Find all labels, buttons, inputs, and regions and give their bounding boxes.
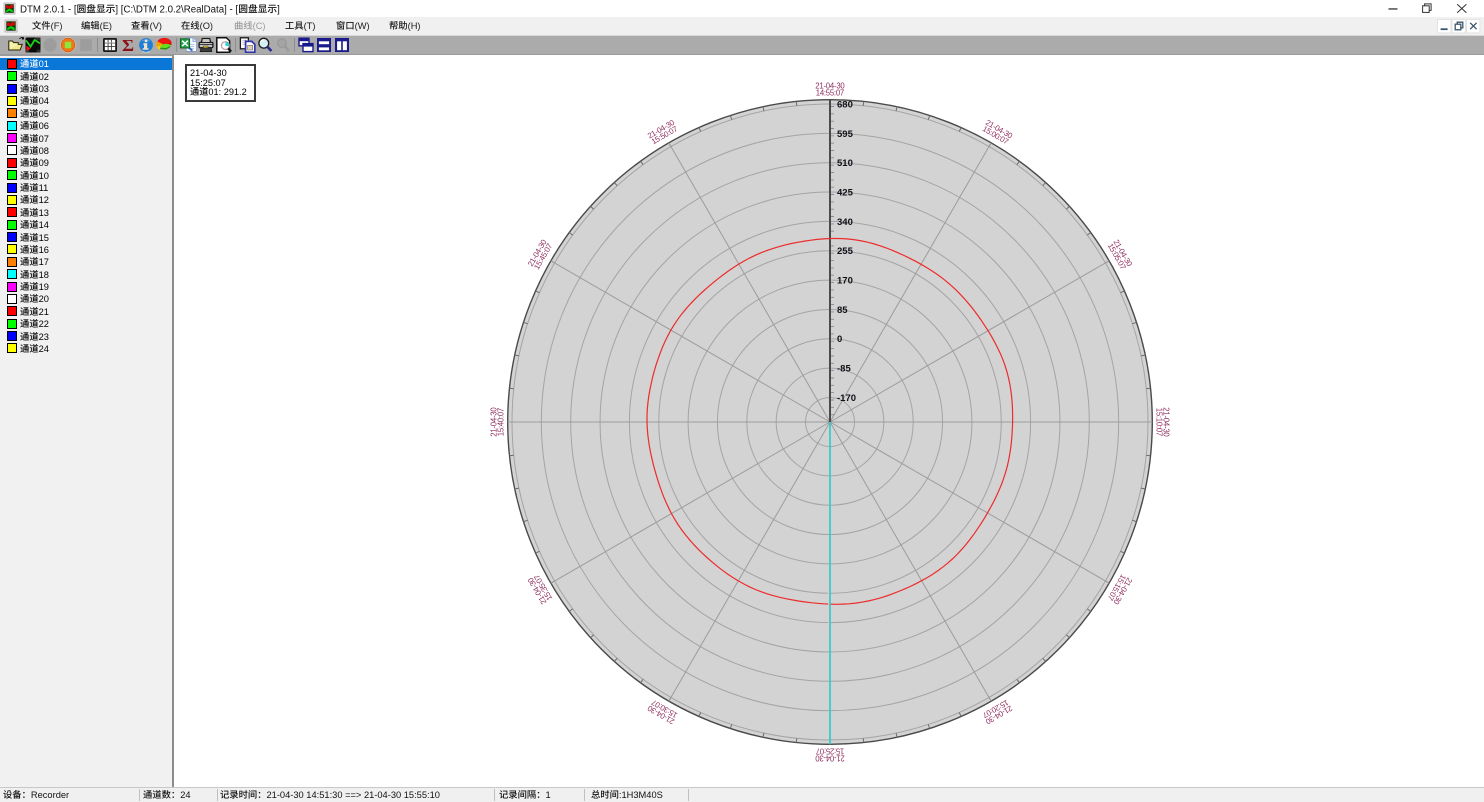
svg-text:11: 11 <box>38 183 48 193</box>
svg-text:85: 85 <box>837 305 848 316</box>
svg-text:(W): (W) <box>354 21 369 31</box>
svg-text:06: 06 <box>38 121 48 131</box>
svg-text:1: 1 <box>546 790 551 800</box>
svg-text:14: 14 <box>38 220 48 230</box>
svg-text:0: 0 <box>837 334 842 345</box>
svg-text:]: ] <box>277 4 280 15</box>
svg-text:13: 13 <box>38 208 48 218</box>
svg-text:01: 01 <box>38 59 48 69</box>
svg-text:09: 09 <box>38 158 48 168</box>
svg-text:02: 02 <box>38 72 48 82</box>
svg-text:15:40:07: 15:40:07 <box>496 408 505 437</box>
svg-text:18: 18 <box>38 270 48 280</box>
svg-text:15:25:07: 15:25:07 <box>816 747 845 756</box>
svg-text:340: 340 <box>837 217 853 228</box>
svg-text:17: 17 <box>38 257 48 267</box>
svg-text:(V): (V) <box>150 21 162 31</box>
svg-text:22: 22 <box>38 319 48 329</box>
svg-text:10: 10 <box>38 171 48 181</box>
svg-text:] [C:\DTM 2.0.2\RealData] - [: ] [C:\DTM 2.0.2\RealData] - [ <box>115 4 238 15</box>
svg-text:24: 24 <box>38 344 48 354</box>
svg-text:(O): (O) <box>200 21 213 31</box>
svg-text:16: 16 <box>38 245 48 255</box>
svg-text:12: 12 <box>38 195 48 205</box>
svg-text:-170: -170 <box>837 393 856 404</box>
svg-text:05: 05 <box>38 109 48 119</box>
svg-text:01: 291.2: 01: 291.2 <box>208 87 246 97</box>
svg-text:08: 08 <box>38 146 48 156</box>
svg-text:425: 425 <box>837 188 854 199</box>
svg-text:15: 15 <box>38 232 48 242</box>
svg-text:15:10:07: 15:10:07 <box>1155 408 1164 437</box>
svg-text:Recorder: Recorder <box>31 790 69 800</box>
svg-text:-85: -85 <box>837 364 851 375</box>
svg-text:23: 23 <box>38 331 48 341</box>
svg-text:24: 24 <box>180 790 190 800</box>
svg-text:07: 07 <box>38 133 48 143</box>
svg-text::1H3M40S: :1H3M40S <box>619 790 663 800</box>
svg-text:(E): (E) <box>99 21 111 31</box>
svg-text:21-04-30 14:51:30 ==> 21-04-30: 21-04-30 14:51:30 ==> 21-04-30 15:55:10 <box>267 790 440 800</box>
svg-text:(C): (C) <box>253 21 266 31</box>
svg-text:(F): (F) <box>50 21 62 31</box>
svg-text:170: 170 <box>837 276 853 287</box>
svg-text:(T): (T) <box>304 21 316 31</box>
svg-text:510: 510 <box>837 158 853 169</box>
svg-text:255: 255 <box>837 246 854 257</box>
svg-text:680: 680 <box>837 99 853 110</box>
svg-text:14:55:07: 14:55:07 <box>816 88 845 97</box>
svg-text:595: 595 <box>837 129 854 140</box>
svg-text:21: 21 <box>38 307 48 317</box>
svg-text:20: 20 <box>38 294 48 304</box>
svg-text:19: 19 <box>38 282 48 292</box>
svg-text:Σ: Σ <box>121 36 133 55</box>
svg-text:04: 04 <box>38 96 48 106</box>
svg-text:03: 03 <box>38 84 48 94</box>
svg-text:DTM 2.0.1 - [: DTM 2.0.1 - [ <box>20 4 77 15</box>
svg-text:(H): (H) <box>408 21 421 31</box>
